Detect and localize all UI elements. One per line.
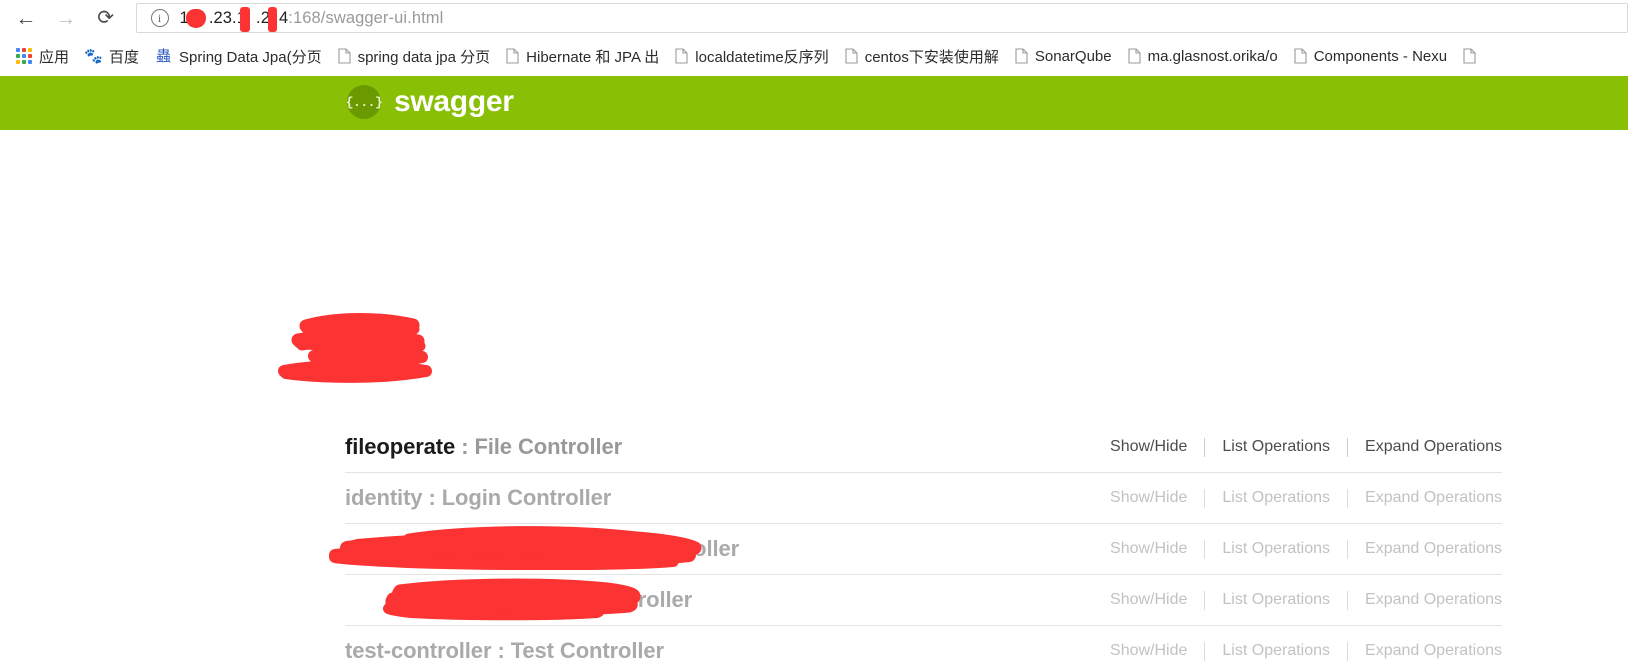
bookmark-overflow[interactable] [1457,42,1482,70]
resource-title: test-controller : Test Controller [345,638,664,664]
resource-title: Controller [345,587,692,613]
document-icon [845,48,858,64]
resource-row[interactable]: Controller Show/Hide List Operations Exp… [329,524,1502,575]
document-icon [1294,48,1307,64]
bookmark-spring-data-jpa-paging[interactable]: 蟲 Spring Data Jpa(分页 [149,42,328,70]
bookmark-centos[interactable]: centos下安装使用解 [839,42,1005,70]
bookmarks-bar: 应用 🐾 百度 蟲 Spring Data Jpa(分页 spring data… [0,40,1628,72]
resource-description: Test Controller [510,638,665,663]
show-hide-link[interactable]: Show/Hide [1093,540,1204,558]
resource-key: fileoperate [345,434,456,459]
expand-operations-link[interactable]: Expand Operations [1348,642,1502,660]
list-operations-link[interactable]: List Operations [1205,591,1347,609]
url-redaction-mark-1 [185,9,206,28]
expand-operations-link[interactable]: Expand Operations [1348,489,1502,507]
resource-description: File Controller [474,434,623,459]
navigation-bar: ← → ⟳ i 1.23.1.2 4:168/swagger-ui.html [0,0,1628,36]
show-hide-link[interactable]: Show/Hide [1093,591,1204,609]
back-icon[interactable]: ← [6,1,46,35]
expand-operations-link[interactable]: Expand Operations [1348,438,1502,456]
baidu-icon: 🐾 [84,47,103,65]
bookmark-label: Hibernate 和 JPA 出 [526,48,660,66]
resource-description: Controller [635,536,740,561]
document-icon [506,48,519,64]
bookmark-label: SonarQube [1034,47,1112,65]
url-redaction-mark-2 [239,7,250,32]
browser-window: ← → ⟳ i 1.23.1.2 4:168/swagger-ui.html 应用 [0,0,1628,665]
resource-row[interactable]: Controller Show/Hide List Operations Exp… [345,575,1502,626]
title-redaction-scribble [278,313,432,383]
bookmark-spring-data-jpa[interactable]: spring data jpa 分页 [332,42,497,70]
url-host-seg-b: .2 [256,8,270,27]
bookmark-label: ma.glasnost.orika/o [1147,47,1278,65]
resource-separator: : [461,434,469,459]
swagger-wordmark: swagger [394,85,514,118]
resource-description: Controller [588,587,693,612]
site-info-icon[interactable]: i [150,9,169,27]
bookmark-components-nexus[interactable]: Components - Nexu [1288,42,1453,70]
browser-chrome: ← → ⟳ i 1.23.1.2 4:168/swagger-ui.html 应用 [0,0,1628,76]
swagger-content: fileoperate : File Controller Show/Hide … [0,130,1628,665]
resource-separator: : [497,638,505,663]
bookmark-baidu[interactable]: 🐾 百度 [79,42,145,70]
bookmark-label: Spring Data Jpa(分页 [179,48,322,66]
expand-operations-link[interactable]: Expand Operations [1348,591,1502,609]
address-bar-text: 1.23.1.2 4:168/swagger-ui.html [180,9,444,28]
apps-grid-icon [16,48,32,64]
resource-row[interactable]: test-controller : Test Controller Show/H… [345,626,1502,665]
resource-operations: Show/Hide List Operations Expand Operati… [1093,488,1502,508]
resource-separator: : [428,485,436,510]
resource-key: test-controller [345,638,492,663]
url-redaction-mark-3 [267,7,277,32]
bookmark-label: localdatetime反序列 [695,48,829,66]
forward-icon[interactable]: → [46,1,86,35]
resource-title: Controller [345,536,739,562]
resource-operations: Show/Hide List Operations Expand Operati… [1093,590,1502,610]
bookmark-label: 百度 [109,48,140,66]
swagger-braces-icon: {...} [346,85,383,119]
document-icon [1128,48,1141,64]
bookmark-sonarqube[interactable]: SonarQube [1009,42,1118,70]
resource-title: fileoperate : File Controller [345,434,622,460]
bookmark-label: Components - Nexu [1313,47,1448,65]
swagger-logo[interactable]: {...} swagger [346,85,514,119]
show-hide-link[interactable]: Show/Hide [1093,489,1204,507]
expand-operations-link[interactable]: Expand Operations [1348,540,1502,558]
bookmark-label: centos下安装使用解 [864,48,999,66]
resource-row[interactable]: identity : Login Controller Show/Hide Li… [345,473,1502,524]
bookmark-label: spring data jpa 分页 [357,48,491,66]
reload-icon[interactable]: ⟳ [86,1,126,35]
swagger-header-bar: {...} swagger default (/v2/api-docs) ▼ E… [0,76,1628,194]
document-icon [1463,48,1476,64]
resource-operations: Show/Hide List Operations Expand Operati… [1093,437,1502,457]
bug-icon: 蟲 [156,47,172,65]
address-bar[interactable]: i 1.23.1.2 4:168/swagger-ui.html [135,3,1628,33]
resource-row[interactable]: fileoperate : File Controller Show/Hide … [345,422,1502,473]
bookmark-localdatetime[interactable]: localdatetime反序列 [669,42,834,70]
list-operations-link[interactable]: List Operations [1205,540,1347,558]
bookmark-label: 应用 [39,48,70,66]
resource-key: identity [345,485,423,510]
bookmark-apps[interactable]: 应用 [0,42,75,70]
list-operations-link[interactable]: List Operations [1205,438,1347,456]
resource-title: identity : Login Controller [345,485,611,511]
resource-operations: Show/Hide List Operations Expand Operati… [1093,641,1502,661]
resource-operations: Show/Hide List Operations Expand Operati… [1093,539,1502,559]
document-icon [338,48,351,64]
resource-list: fileoperate : File Controller Show/Hide … [329,422,1502,665]
document-icon [675,48,688,64]
document-icon [1015,48,1028,64]
bookmark-orika[interactable]: ma.glasnost.orika/o [1122,42,1284,70]
bookmark-hibernate-jpa[interactable]: Hibernate 和 JPA 出 [500,42,665,70]
show-hide-link[interactable]: Show/Hide [1093,438,1204,456]
list-operations-link[interactable]: List Operations [1205,489,1347,507]
show-hide-link[interactable]: Show/Hide [1093,642,1204,660]
resource-description: Login Controller [441,485,612,510]
url-path: :168/swagger-ui.html [288,8,444,27]
list-operations-link[interactable]: List Operations [1205,642,1347,660]
